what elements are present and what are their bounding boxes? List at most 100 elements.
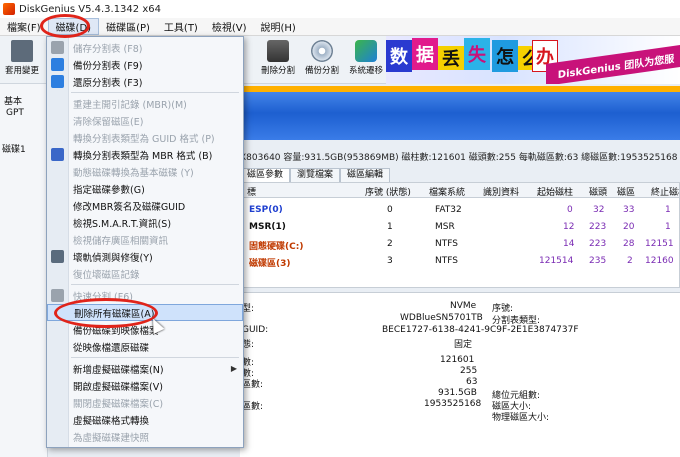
system-migrate-button[interactable]: 系統遷移 bbox=[344, 40, 388, 80]
cylinders-value: 121601 bbox=[440, 355, 475, 365]
menu-item: 儲存分割表 (F8) bbox=[47, 39, 243, 56]
partition-end-cyl: 12151 bbox=[645, 239, 674, 249]
menu-item-label: 轉換分割表類型為 GUID 格式 (P) bbox=[73, 133, 215, 145]
partition-fs: NTFS bbox=[435, 256, 458, 266]
banner-tile: 失 bbox=[464, 38, 490, 70]
migrate-icon bbox=[355, 40, 377, 62]
menu-item[interactable]: 新增虛擬磁碟檔案(N) ▶ bbox=[47, 360, 243, 377]
partition-name: ESP(0) bbox=[249, 205, 283, 215]
table-row[interactable]: 磁碟區(3) 3 NTFS 121514 235 2 12160 bbox=[241, 254, 679, 269]
disk-map-bar[interactable] bbox=[240, 86, 680, 140]
menu-item-label: 修改MBR簽名及磁碟GUID bbox=[73, 201, 186, 213]
disk-style-label: GPT bbox=[6, 108, 24, 118]
window-title: DiskGenius V5.4.3.1342 x64 bbox=[19, 3, 161, 15]
menu-item: 清除保留磁區(E) bbox=[47, 112, 243, 129]
disk-list-panel: 基本 GPT 磁碟1 bbox=[0, 84, 48, 457]
menu-item[interactable]: 轉換分割表類型為 MBR 格式 (B) bbox=[47, 146, 243, 163]
menu-item[interactable]: 從映像檔還原磁碟 bbox=[47, 338, 243, 355]
promo-banner[interactable]: 数 据 丢 失 怎 么 办 DiskGenius 团队为您服 bbox=[386, 36, 680, 84]
annotation-circle-menu bbox=[40, 14, 90, 38]
table-row[interactable]: 固態硬碟(C:) 2 NTFS 14 223 28 12151 bbox=[241, 237, 679, 252]
menu-item[interactable]: 修改MBR簽名及磁碟GUID bbox=[47, 197, 243, 214]
partition-sector: 28 bbox=[623, 239, 635, 249]
partition-fs: FAT32 bbox=[435, 205, 462, 215]
menu-item[interactable]: 指定磁碟參數(G) bbox=[47, 180, 243, 197]
menu-item-label: 開啟虛擬磁碟檔案(V) bbox=[73, 381, 163, 393]
menu-item[interactable]: 開啟虛擬磁碟檔案(V) bbox=[47, 377, 243, 394]
partition-sector: 2 bbox=[627, 256, 633, 266]
tab-sector-editor[interactable]: 磁區編輯 bbox=[340, 168, 391, 182]
menu-item-label: 動態磁碟轉換為基本磁碟 (Y) bbox=[73, 167, 194, 179]
partition-table: 標 序號 (狀態) 檔案系統 識別資料 起始磁柱 磁頭 磁區 終止磁柱 ESP(… bbox=[240, 182, 680, 288]
menu-item[interactable]: 備份分割表 (F9) bbox=[47, 56, 243, 73]
menu-help[interactable]: 說明(H) bbox=[254, 19, 303, 34]
partition-end-cyl: 1 bbox=[665, 222, 671, 232]
menu-item-label: 新增虛擬磁碟檔案(N) bbox=[73, 364, 164, 376]
menu-separator bbox=[71, 357, 239, 358]
menu-item: 重建主開引記錄 (MBR)(M) bbox=[47, 95, 243, 112]
status-value: 固定 bbox=[454, 340, 473, 350]
tab-browse-files[interactable]: 瀏覽檔案 bbox=[290, 168, 341, 182]
delete-partition-button[interactable]: 刪除分割 bbox=[256, 40, 300, 80]
system-migrate-label: 系統遷移 bbox=[348, 66, 383, 76]
table-row[interactable]: MSR(1) 1 MSR 12 223 20 1 bbox=[241, 220, 679, 235]
partition-sector: 20 bbox=[623, 222, 635, 232]
menu-item-label: 虛擬磁碟格式轉換 bbox=[73, 415, 150, 427]
disk-name-label: 磁碟1 bbox=[2, 145, 26, 155]
menu-item-label: 重建主開引記錄 (MBR)(M) bbox=[73, 99, 187, 111]
partition-sector: 33 bbox=[623, 205, 635, 215]
total-sectors-label: 區數: bbox=[242, 402, 264, 412]
save-icon bbox=[51, 41, 64, 54]
column-header: 識別資料 bbox=[483, 188, 520, 198]
disk-type-label: 基本 bbox=[4, 97, 23, 107]
partition-start-cyl: 121514 bbox=[539, 256, 574, 266]
quick-icon bbox=[51, 289, 64, 302]
partition-stripe bbox=[240, 86, 680, 92]
menu-item-label: 關閉虛擬磁碟檔案(C) bbox=[73, 398, 164, 410]
partition-fs: NTFS bbox=[435, 239, 458, 249]
backup-icon bbox=[51, 58, 64, 71]
menu-item: 為虛擬磁碟建快照 bbox=[47, 428, 243, 445]
column-header: 序號 (狀態) bbox=[365, 188, 411, 198]
disk-details-panel: 型: NVMe 序號: WDBlueSN5701TB 分割表類型: GUID: … bbox=[240, 292, 680, 457]
menu-item-label: 從映像檔還原磁碟 bbox=[73, 342, 150, 354]
menu-item[interactable]: 還原分割表 (F3) bbox=[47, 73, 243, 90]
banner-ribbon: DiskGenius 团队为您服 bbox=[546, 44, 680, 84]
menu-partition[interactable]: 磁碟區(P) bbox=[99, 19, 157, 34]
guid-value: BECE1727-6138-4241-9C9F-2E1E3874737F bbox=[382, 325, 579, 335]
column-header: 磁頭 bbox=[589, 188, 608, 198]
partition-name: 磁碟區(3) bbox=[249, 259, 291, 269]
partition-seq: 0 bbox=[387, 205, 393, 215]
partition-start-cyl: 12 bbox=[563, 222, 575, 232]
backup-partition-label: 備份分割 bbox=[304, 66, 339, 76]
disk-menu-dropdown: 儲存分割表 (F8) 備份分割表 (F9) 還原分割表 (F3) 重建主開引記錄 (M… bbox=[46, 36, 244, 448]
menu-bar: 檔案(F) 磁碟(D) 磁碟區(P) 工具(T) 檢視(V) 說明(H) bbox=[0, 18, 680, 36]
tools-icon bbox=[51, 250, 64, 263]
tab-partition-params[interactable]: 磁區參數 bbox=[240, 168, 291, 182]
apply-changes-label: 套用變更 bbox=[4, 66, 39, 76]
partition-head: 235 bbox=[589, 256, 607, 266]
partition-start-cyl: 0 bbox=[567, 205, 573, 215]
menu-item: 關閉虛擬磁碟檔案(C) bbox=[47, 394, 243, 411]
physical-sector-size-label: 物理磁區大小: bbox=[492, 413, 550, 423]
banner-tile: 怎 bbox=[492, 40, 518, 72]
menu-item: 檢視儲存廣區相關資訊 bbox=[47, 231, 243, 248]
menu-item-label: 儲存分割表 (F8) bbox=[73, 43, 143, 55]
menu-item-label: 還原分割表 (F3) bbox=[73, 77, 143, 89]
sectors-value: 63 bbox=[466, 377, 478, 387]
menu-separator bbox=[71, 284, 239, 285]
backup-partition-button[interactable]: 備份分割 bbox=[300, 40, 344, 80]
partition-head: 223 bbox=[589, 222, 607, 232]
menu-view[interactable]: 檢視(V) bbox=[205, 19, 254, 34]
column-header: 磁區 bbox=[617, 188, 636, 198]
apply-changes-button[interactable]: 套用變更 bbox=[0, 40, 44, 80]
title-bar: DiskGenius V5.4.3.1342 x64 bbox=[0, 0, 680, 18]
menu-item[interactable]: 虛擬磁碟格式轉換 bbox=[47, 411, 243, 428]
banner-tile: 据 bbox=[412, 38, 438, 70]
menu-item[interactable]: 壞軌偵測與修復(Y) bbox=[47, 248, 243, 265]
table-row[interactable]: ESP(0) 0 FAT32 0 32 33 1 bbox=[241, 203, 679, 218]
menu-tools[interactable]: 工具(T) bbox=[157, 19, 205, 34]
column-header: 檔案系統 bbox=[429, 188, 466, 198]
heads-value: 255 bbox=[460, 366, 478, 376]
menu-item[interactable]: 檢視S.M.A.R.T.資訊(S) bbox=[47, 214, 243, 231]
